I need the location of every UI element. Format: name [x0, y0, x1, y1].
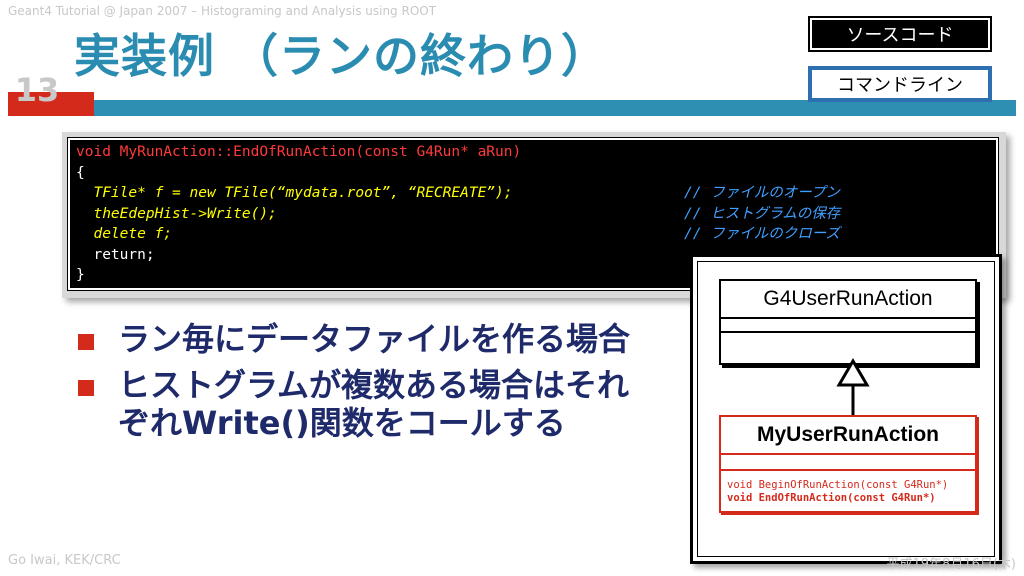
derived-class-attributes — [721, 453, 975, 469]
title-underline-bar — [94, 100, 1016, 116]
uml-derived-class: MyUserRunAction void BeginOfRunAction(co… — [719, 415, 977, 513]
bullet-text: ヒストグラムが複数ある場合はそれぞれWrite()関数をコールする — [118, 366, 630, 442]
code-line-signature: void MyRunAction::EndOfRunAction(const G… — [76, 144, 522, 160]
inheritance-arrow-icon — [836, 358, 870, 417]
bullet-item: ラン毎にデータファイルを作る場合 — [78, 320, 658, 358]
slide-number: 13 — [14, 71, 60, 109]
code-line-write: theEdepHist->Write(); — [76, 205, 277, 222]
source-code-button[interactable]: ソースコード — [808, 16, 992, 52]
derived-class-methods: void BeginOfRunAction(const G4Run*) void… — [721, 469, 975, 511]
bullet-item: ヒストグラムが複数ある場合はそれぞれWrite()関数をコールする — [78, 366, 658, 442]
method-begin-of-run: void BeginOfRunAction(const G4Run*) — [727, 479, 949, 491]
footer-date: 平成19年8月16日(木) — [886, 557, 1017, 572]
code-comment-file-close: // ファイルのクローズ — [684, 226, 840, 242]
bullet-square-icon — [78, 334, 94, 350]
code-line-open-brace: { — [76, 164, 85, 181]
method-end-of-run: void EndOfRunAction(const G4Run*) — [727, 492, 936, 504]
uml-base-class: G4UserRunAction — [719, 279, 977, 365]
code-comment-hist-save: // ヒストグラムの保存 — [684, 205, 841, 222]
code-line-close-brace: } — [76, 267, 85, 283]
uml-class-diagram: G4UserRunAction MyUserRunAction void Beg… — [690, 254, 1002, 564]
base-class-attributes — [721, 317, 975, 331]
bullet-list: ラン毎にデータファイルを作る場合 ヒストグラムが複数ある場合はそれぞれWrite… — [78, 320, 658, 450]
course-header: Geant4 Tutorial @ Japan 2007 – Histogram… — [8, 4, 437, 18]
bullet-text: ラン毎にデータファイルを作る場合 — [118, 320, 631, 358]
code-comment-file-open: // ファイルのオープン — [684, 185, 840, 201]
footer-author: Go Iwai, KEK/CRC — [8, 553, 121, 568]
slide-title: 実装例 （ランの終わり） — [74, 29, 609, 83]
code-line-tfile: TFile* f = new TFile(“mydata.root”, “REC… — [76, 185, 513, 201]
derived-class-name: MyUserRunAction — [756, 423, 940, 446]
bullet-square-icon — [78, 380, 94, 396]
code-line-return: return; — [76, 246, 155, 263]
base-class-name: G4UserRunAction — [763, 287, 933, 310]
code-line-delete: delete f; — [76, 226, 173, 242]
command-line-button[interactable]: コマンドライン — [808, 66, 992, 102]
